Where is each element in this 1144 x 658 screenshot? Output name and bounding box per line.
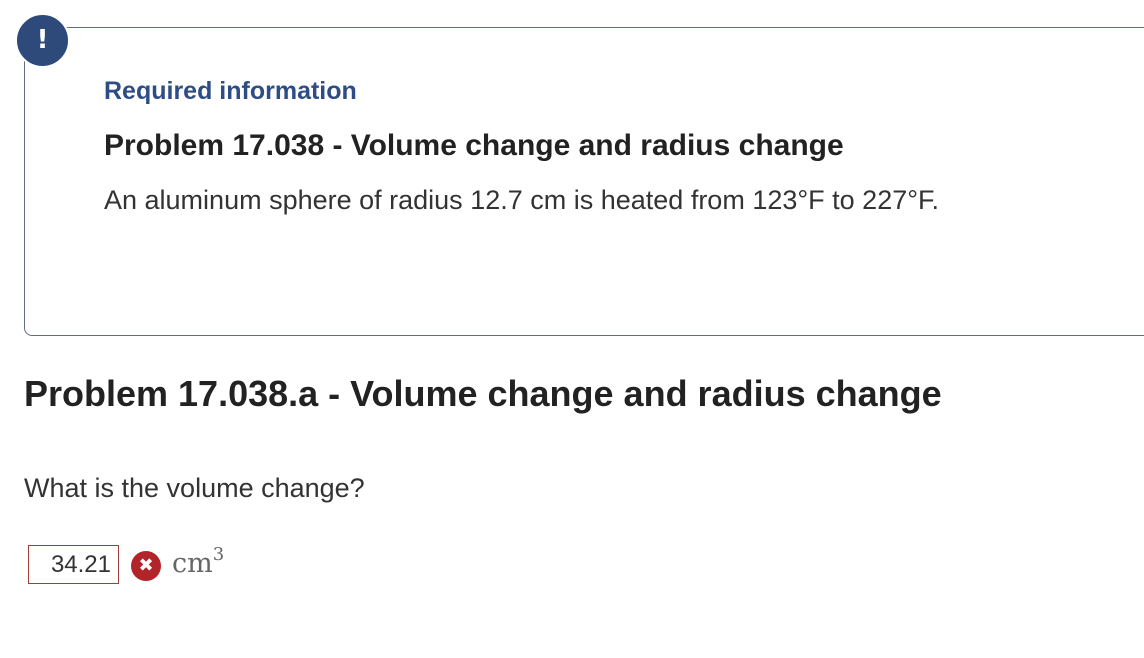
unit-base: cm bbox=[172, 548, 213, 579]
exclamation-icon: ! bbox=[15, 13, 70, 68]
problem-title: Problem 17.038 - Volume change and radiu… bbox=[104, 129, 844, 162]
unit-exponent: 3 bbox=[212, 544, 225, 565]
incorrect-x-icon: ✖ bbox=[131, 551, 161, 581]
unit-label: cm3 bbox=[172, 544, 225, 579]
part-title: Problem 17.038.a - Volume change and rad… bbox=[24, 373, 942, 414]
answer-input[interactable]: 34.21 bbox=[28, 545, 119, 584]
required-information-panel bbox=[24, 27, 1144, 336]
problem-statement: An aluminum sphere of radius 12.7 cm is … bbox=[104, 185, 940, 215]
required-information-label: Required information bbox=[104, 77, 357, 105]
question-text: What is the volume change? bbox=[24, 473, 365, 503]
